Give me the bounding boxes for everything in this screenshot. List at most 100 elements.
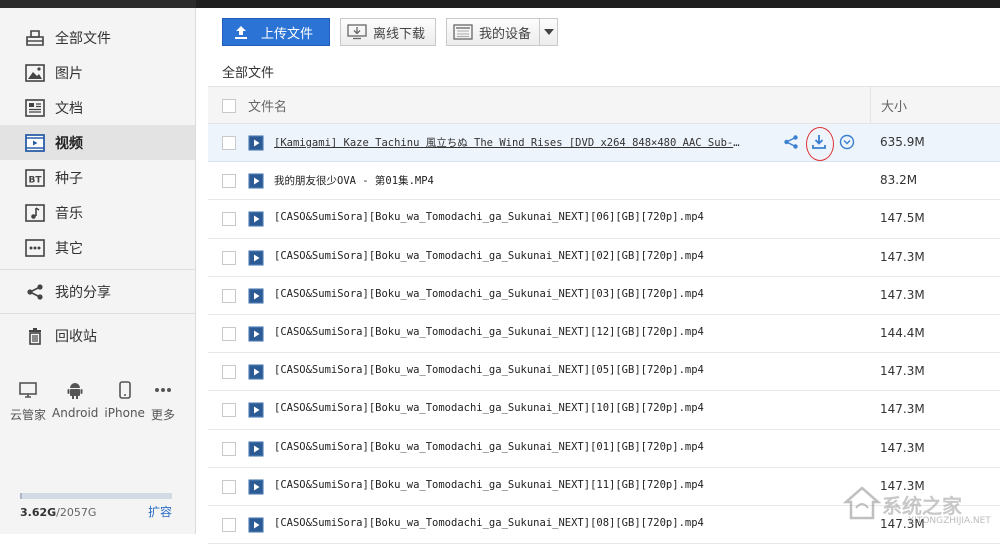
breadcrumb[interactable]: 全部文件 bbox=[222, 62, 274, 81]
offline-download-button[interactable]: 离线下载 bbox=[340, 18, 437, 46]
sidebar-item-video[interactable]: 视频 bbox=[0, 125, 195, 160]
row-checkbox[interactable] bbox=[222, 250, 236, 265]
table-row[interactable]: [CASO&SumiSora][Boku_wa_Tomodachi_ga_Suk… bbox=[208, 315, 1000, 354]
storage-usage-bar bbox=[20, 493, 172, 499]
file-name[interactable]: [CASO&SumiSora][Boku_wa_Tomodachi_ga_Suk… bbox=[274, 364, 744, 376]
table-row[interactable]: [CASO&SumiSora][Boku_wa_Tomodachi_ga_Suk… bbox=[208, 239, 1000, 277]
row-checkbox[interactable] bbox=[222, 365, 236, 380]
video-file-icon bbox=[248, 135, 264, 151]
device-cloud-manager[interactable]: 云管家 bbox=[10, 380, 46, 423]
sidebar-item-recycle-bin[interactable]: 回收站 bbox=[0, 318, 195, 353]
chevron-down-icon[interactable] bbox=[539, 19, 557, 45]
row-checkbox[interactable] bbox=[222, 288, 236, 303]
file-name[interactable]: [CASO&SumiSora][Boku_wa_Tomodachi_ga_Suk… bbox=[274, 250, 744, 262]
device-android[interactable]: Android bbox=[52, 380, 98, 423]
monitor-icon bbox=[18, 380, 38, 400]
file-name[interactable]: [CASO&SumiSora][Boku_wa_Tomodachi_ga_Suk… bbox=[274, 479, 744, 491]
table-row[interactable]: [CASO&SumiSora][Boku_wa_Tomodachi_ga_Suk… bbox=[208, 277, 1000, 315]
sidebar-item-label: 图片 bbox=[55, 65, 83, 82]
row-checkbox[interactable] bbox=[222, 136, 236, 150]
row-checkbox[interactable] bbox=[222, 212, 236, 227]
device-more[interactable]: 更多 bbox=[151, 380, 175, 423]
trash-icon bbox=[24, 325, 46, 347]
select-all-checkbox[interactable] bbox=[222, 99, 236, 113]
file-name[interactable]: [CASO&SumiSora][Boku_wa_Tomodachi_ga_Suk… bbox=[274, 517, 744, 529]
column-header-size[interactable]: 大小 bbox=[870, 87, 907, 123]
iphone-icon bbox=[118, 380, 131, 400]
row-checkbox[interactable] bbox=[222, 174, 236, 189]
file-size: 635.9M bbox=[880, 135, 925, 149]
upload-button-label: 上传文件 bbox=[261, 26, 314, 42]
file-name[interactable]: [CASO&SumiSora][Boku_wa_Tomodachi_ga_Suk… bbox=[274, 326, 744, 338]
sidebar-item-more[interactable]: 其它 bbox=[0, 230, 195, 265]
file-name[interactable]: [CASO&SumiSora][Boku_wa_Tomodachi_ga_Suk… bbox=[274, 441, 744, 453]
sidebar-item-label: 回收站 bbox=[55, 328, 97, 345]
sidebar-item-document[interactable]: 文档 bbox=[0, 90, 195, 125]
row-checkbox[interactable] bbox=[222, 326, 236, 341]
my-devices-label: 我的设备 bbox=[479, 26, 532, 42]
table-row[interactable]: [CASO&SumiSora][Boku_wa_Tomodachi_ga_Suk… bbox=[208, 391, 1000, 430]
upload-button[interactable]: 上传文件 bbox=[222, 18, 330, 46]
image-icon bbox=[24, 62, 46, 84]
table-row[interactable]: [CASO&SumiSora][Boku_wa_Tomodachi_ga_Suk… bbox=[208, 430, 1000, 468]
file-name[interactable]: [CASO&SumiSora][Boku_wa_Tomodachi_ga_Suk… bbox=[274, 288, 744, 300]
sidebar-item-image[interactable]: 图片 bbox=[0, 55, 195, 90]
video-file-icon bbox=[248, 402, 264, 418]
video-file-icon bbox=[248, 173, 264, 189]
row-checkbox[interactable] bbox=[222, 403, 236, 418]
storage-usage-text: 3.62G/2057G bbox=[20, 506, 97, 519]
svg-text:BT: BT bbox=[29, 175, 43, 185]
table-row[interactable]: [Kamigami] Kaze Tachinu 風立ちぬ The Wind Ri… bbox=[208, 124, 1000, 163]
device-label: 更多 bbox=[150, 408, 175, 422]
sidebar-divider bbox=[0, 313, 195, 314]
column-header-name[interactable]: 文件名 bbox=[248, 96, 287, 115]
sidebar: 全部文件图片文档视频 BT 种子 音乐其它 我的分享 回收站 云管家 Android … bbox=[0, 8, 196, 534]
upload-icon bbox=[233, 24, 249, 40]
ellipsis-icon bbox=[154, 380, 172, 400]
row-checkbox[interactable] bbox=[222, 441, 236, 456]
sidebar-item-my-share[interactable]: 我的分享 bbox=[0, 274, 195, 309]
more-actions-icon[interactable] bbox=[836, 131, 858, 153]
sidebar-item-label: 其它 bbox=[55, 240, 83, 257]
window-top-bar bbox=[0, 0, 1000, 8]
file-size: 147.3M bbox=[880, 402, 925, 417]
document-icon bbox=[24, 97, 46, 119]
sidebar-item-label: 我的分享 bbox=[55, 284, 111, 301]
toolbar: 上传文件 离线下载 我的设备 bbox=[222, 18, 568, 46]
file-name[interactable]: [Kamigami] Kaze Tachinu 風立ちぬ The Wind Ri… bbox=[274, 135, 744, 150]
file-name[interactable]: 我的朋友很少OVA - 第01集.MP4 bbox=[274, 173, 744, 188]
sidebar-item-label: 视频 bbox=[55, 135, 83, 152]
offline-download-icon bbox=[347, 24, 367, 40]
file-size: 83.2M bbox=[880, 173, 918, 188]
video-file-icon bbox=[248, 517, 264, 533]
device-iphone[interactable]: iPhone bbox=[104, 380, 145, 423]
file-name[interactable]: [CASO&SumiSora][Boku_wa_Tomodachi_ga_Suk… bbox=[274, 211, 744, 223]
video-icon bbox=[24, 132, 46, 154]
sidebar-item-bt[interactable]: BT 种子 bbox=[0, 160, 195, 195]
file-table: 文件名 大小 [Kamigami] Kaze Tachinu 風立ちぬ The … bbox=[208, 86, 1000, 544]
share-icon[interactable] bbox=[780, 131, 802, 153]
table-row[interactable]: [CASO&SumiSora][Boku_wa_Tomodachi_ga_Suk… bbox=[208, 200, 1000, 239]
row-checkbox[interactable] bbox=[222, 479, 236, 494]
offline-download-label: 离线下载 bbox=[373, 26, 426, 42]
bt-icon: BT bbox=[24, 167, 46, 189]
device-shortcuts: 云管家 Android iPhone 更多 bbox=[10, 380, 181, 423]
video-file-icon bbox=[248, 288, 264, 304]
row-checkbox[interactable] bbox=[222, 517, 236, 532]
expand-storage-link[interactable]: 扩容 bbox=[148, 503, 172, 520]
sidebar-item-music[interactable]: 音乐 bbox=[0, 195, 195, 230]
table-row[interactable]: 我的朋友很少OVA - 第01集.MP4 83.2M bbox=[208, 162, 1000, 201]
file-size: 147.5M bbox=[880, 211, 925, 226]
table-row[interactable]: [CASO&SumiSora][Boku_wa_Tomodachi_ga_Suk… bbox=[208, 353, 1000, 392]
my-devices-button[interactable]: 我的设备 bbox=[446, 18, 559, 46]
device-label: Android bbox=[52, 406, 99, 420]
share-icon bbox=[24, 281, 46, 303]
device-label: iPhone bbox=[104, 406, 145, 420]
file-name[interactable]: [CASO&SumiSora][Boku_wa_Tomodachi_ga_Suk… bbox=[274, 402, 744, 414]
video-file-icon bbox=[248, 326, 264, 342]
file-size: 147.3M bbox=[880, 440, 925, 455]
sidebar-item-all-files[interactable]: 全部文件 bbox=[0, 20, 195, 55]
video-file-icon bbox=[248, 479, 264, 495]
music-icon bbox=[24, 202, 46, 224]
device-list-icon bbox=[453, 24, 473, 40]
